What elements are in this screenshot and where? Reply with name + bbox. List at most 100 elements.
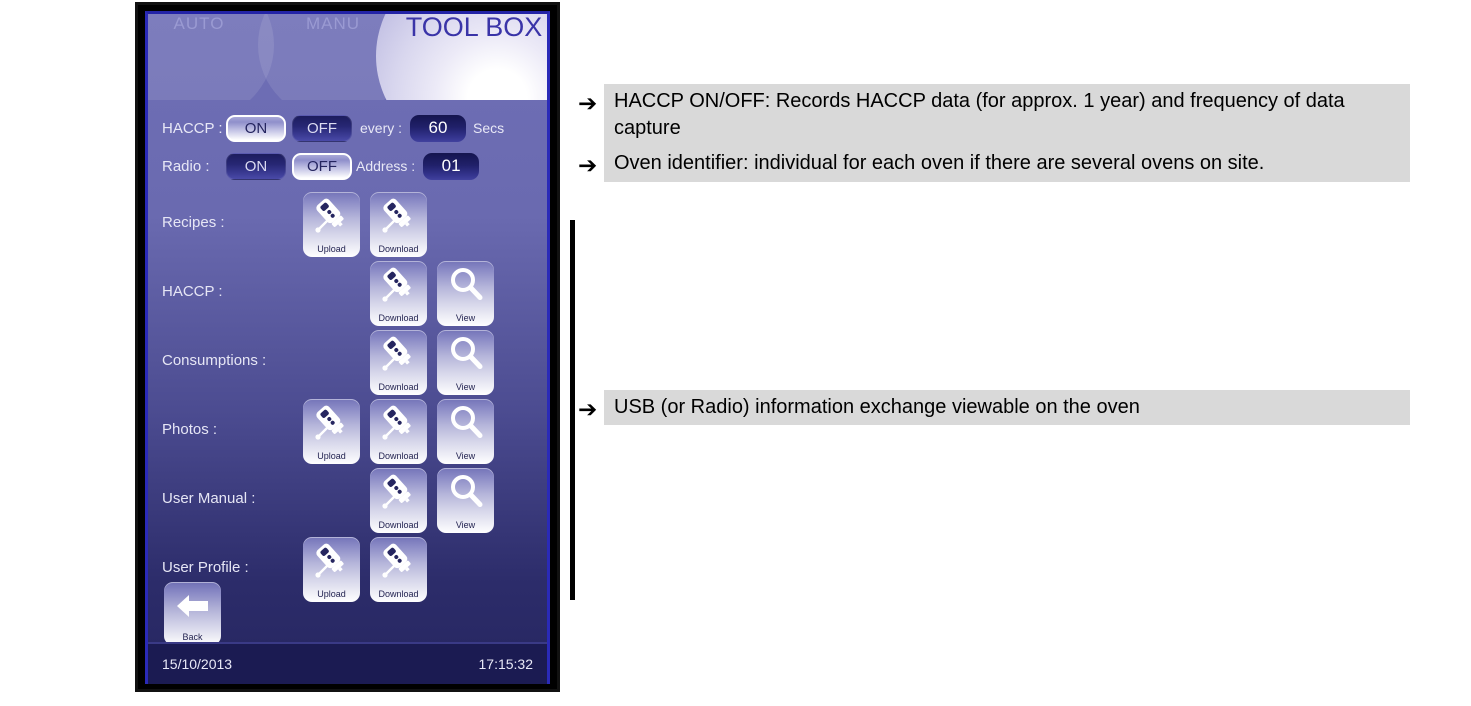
haccp-row-label: HACCP : [162,119,223,137]
usb-stick-icon [370,538,427,582]
haccp-off-button[interactable]: OFF [292,114,352,142]
button-slot: Download [370,468,427,533]
button-caption: Download [378,382,419,392]
radio-off-button[interactable]: OFF [292,152,352,180]
haccp-interval-unit: Secs [473,120,505,136]
haccp-on-button[interactable]: ON [226,114,286,142]
oven-control-panel-device: AUTO MANU TOOL BOX HACCP : ON OFF every … [135,2,560,692]
back-button-caption: Back [182,632,203,642]
button-slot: Download [370,399,427,464]
recipes-download-button[interactable]: Download [370,192,427,257]
user-profile-upload-button[interactable]: Upload [303,537,360,602]
radio-on-button[interactable]: ON [226,152,286,180]
user-manual-view-button[interactable]: View [437,468,494,533]
button-caption: Download [378,244,419,254]
action-row: Recipes : Upload Download [148,190,547,259]
action-row: Consumptions : Download View [148,328,547,397]
tab-toolbox[interactable]: TOOL BOX [376,14,547,100]
button-slot: View [437,330,494,395]
action-row-label: User Manual : [162,490,256,507]
tab-manu-label: MANU [305,14,361,33]
haccp-setting-row: HACCP : ON OFF every : 60 Secs [162,113,504,143]
annotation-haccp: ➔ HACCP ON/OFF: Records HACCP data (for … [578,84,1410,147]
arrow-right-icon: ➔ [578,91,598,117]
header-tab-bar: AUTO MANU TOOL BOX [148,14,547,100]
button-slot: View [437,468,494,533]
button-slot: Upload [303,537,360,602]
arrow-right-icon: ➔ [578,397,598,423]
button-caption: Download [378,589,419,599]
action-row: User Manual : Download View [148,466,547,535]
usb-stick-icon [370,400,427,444]
annotation-usb-exchange: ➔ USB (or Radio) information exchange vi… [578,390,1410,425]
button-slot: Upload [303,192,360,257]
action-row: Photos : Upload Download View [148,397,547,466]
haccp-download-button[interactable]: Download [370,261,427,326]
photos-upload-button[interactable]: Upload [303,399,360,464]
button-slot: Download [370,537,427,602]
usb-stick-icon [370,331,427,375]
tab-auto-label: AUTO [173,14,225,33]
user-profile-download-button[interactable]: Download [370,537,427,602]
button-caption: Upload [317,451,346,461]
consumptions-view-button[interactable]: View [437,330,494,395]
magnifier-icon [437,400,494,444]
annotation-haccp-text: HACCP ON/OFF: Records HACCP data (for ap… [604,84,1410,147]
status-date: 15/10/2013 [162,656,233,672]
radio-address-label: Address : [356,158,416,174]
arrow-right-icon: ➔ [578,153,598,179]
radio-address-input[interactable]: 01 [423,152,480,180]
button-caption: Download [378,313,419,323]
annotation-oven-identifier-text: Oven identifier: individual for each ove… [604,146,1410,182]
button-slot: Download [370,330,427,395]
button-slot: Download [370,261,427,326]
status-bar: 15/10/2013 17:15:32 [148,642,547,684]
radio-setting-row: Radio : ON OFF Address : 01 [162,151,480,181]
tab-auto[interactable]: AUTO [148,14,274,100]
button-caption: View [455,313,476,323]
button-slot: Download [370,192,427,257]
back-button[interactable]: Back [164,582,221,645]
usb-stick-icon [303,193,360,237]
magnifier-icon [437,262,494,306]
button-caption: Upload [317,589,346,599]
annotation-usb-exchange-text: USB (or Radio) information exchange view… [604,390,1410,425]
haccp-interval-input[interactable]: 60 [410,114,467,142]
magnifier-icon [437,469,494,513]
photos-download-button[interactable]: Download [370,399,427,464]
button-caption: View [455,451,476,461]
action-rows-container: Recipes : Upload Download HACCP : Download Vi… [148,190,547,604]
usb-stick-icon [370,469,427,513]
button-slot: Upload [303,399,360,464]
annotation-bracket-line [570,220,575,600]
usb-stick-icon [370,193,427,237]
consumptions-download-button[interactable]: Download [370,330,427,395]
button-caption: Download [378,451,419,461]
action-row-label: User Profile : [162,559,249,576]
photos-view-button[interactable]: View [437,399,494,464]
usb-stick-icon [303,538,360,582]
recipes-upload-button[interactable]: Upload [303,192,360,257]
tab-toolbox-label: TOOL BOX [405,14,543,42]
action-row-label: Photos : [162,421,218,438]
button-caption: Download [378,520,419,530]
radio-row-label: Radio : [162,157,210,175]
status-time: 17:15:32 [478,656,534,672]
annotation-oven-identifier: ➔ Oven identifier: individual for each o… [578,146,1410,182]
user-manual-download-button[interactable]: Download [370,468,427,533]
button-caption: View [455,382,476,392]
touchscreen-display: AUTO MANU TOOL BOX HACCP : ON OFF every … [145,11,550,684]
magnifier-icon [437,331,494,375]
button-caption: View [455,520,476,530]
left-arrow-icon [164,584,221,628]
usb-stick-icon [303,400,360,444]
button-slot: View [437,261,494,326]
button-slot: View [437,399,494,464]
action-row-label: Recipes : [162,214,225,231]
action-row-label: HACCP : [162,283,223,300]
haccp-view-button[interactable]: View [437,261,494,326]
button-caption: Upload [317,244,346,254]
action-row: HACCP : Download View [148,259,547,328]
action-row-label: Consumptions : [162,352,267,369]
haccp-every-label: every : [360,120,403,136]
